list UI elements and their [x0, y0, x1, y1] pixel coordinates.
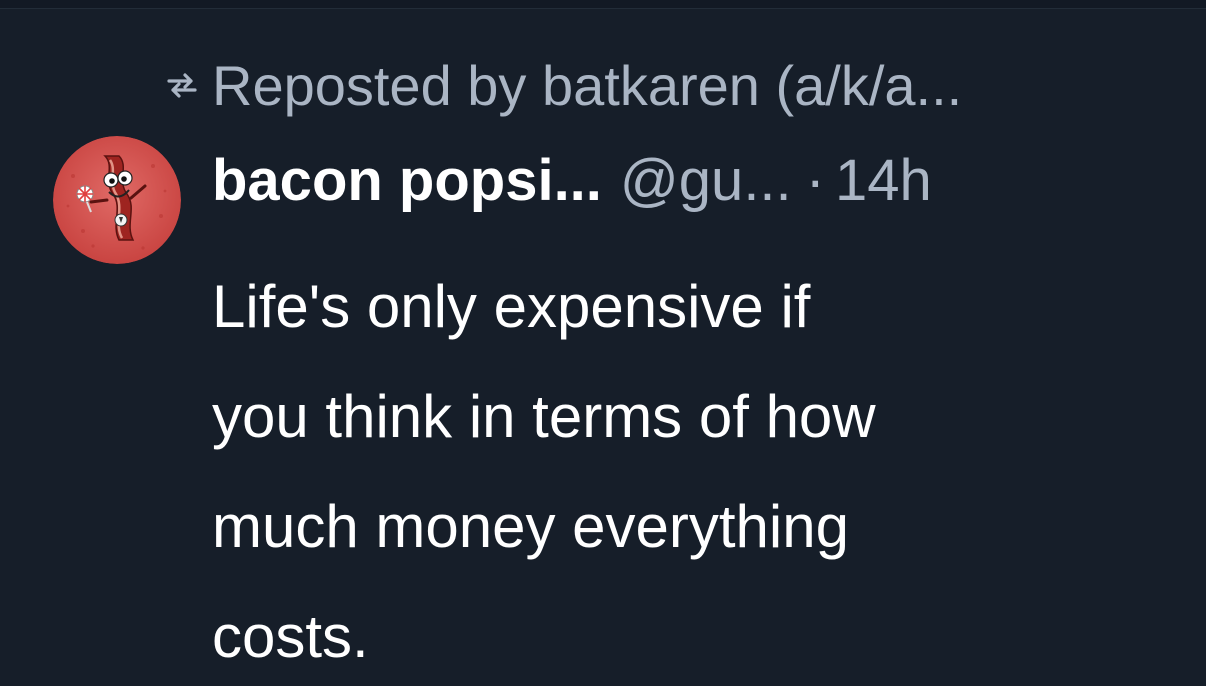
author-display-name[interactable]: bacon popsi...: [212, 147, 602, 214]
post-text-line: costs.: [212, 603, 369, 670]
post-text-line: much money everything: [212, 493, 849, 560]
post-text-line: Life's only expensive if: [212, 273, 811, 340]
author-handle[interactable]: @gu...: [620, 147, 792, 214]
post-header: bacon popsi... @gu... · 14h: [212, 140, 932, 220]
top-divider: [0, 0, 1206, 9]
post-text-line: you think in terms of how: [212, 383, 876, 450]
repost-icon: [164, 67, 200, 103]
avatar[interactable]: [53, 136, 181, 264]
separator-dot: ·: [805, 147, 825, 213]
post-text: Life's only expensive if you think in te…: [212, 252, 1172, 686]
repost-indicator[interactable]: Reposted by batkaren (a/k/a...: [164, 50, 962, 120]
repost-label: Reposted by batkaren (a/k/a...: [212, 53, 963, 117]
post-timestamp[interactable]: 14h: [835, 147, 932, 214]
bacon-mascot-icon: [53, 136, 181, 264]
